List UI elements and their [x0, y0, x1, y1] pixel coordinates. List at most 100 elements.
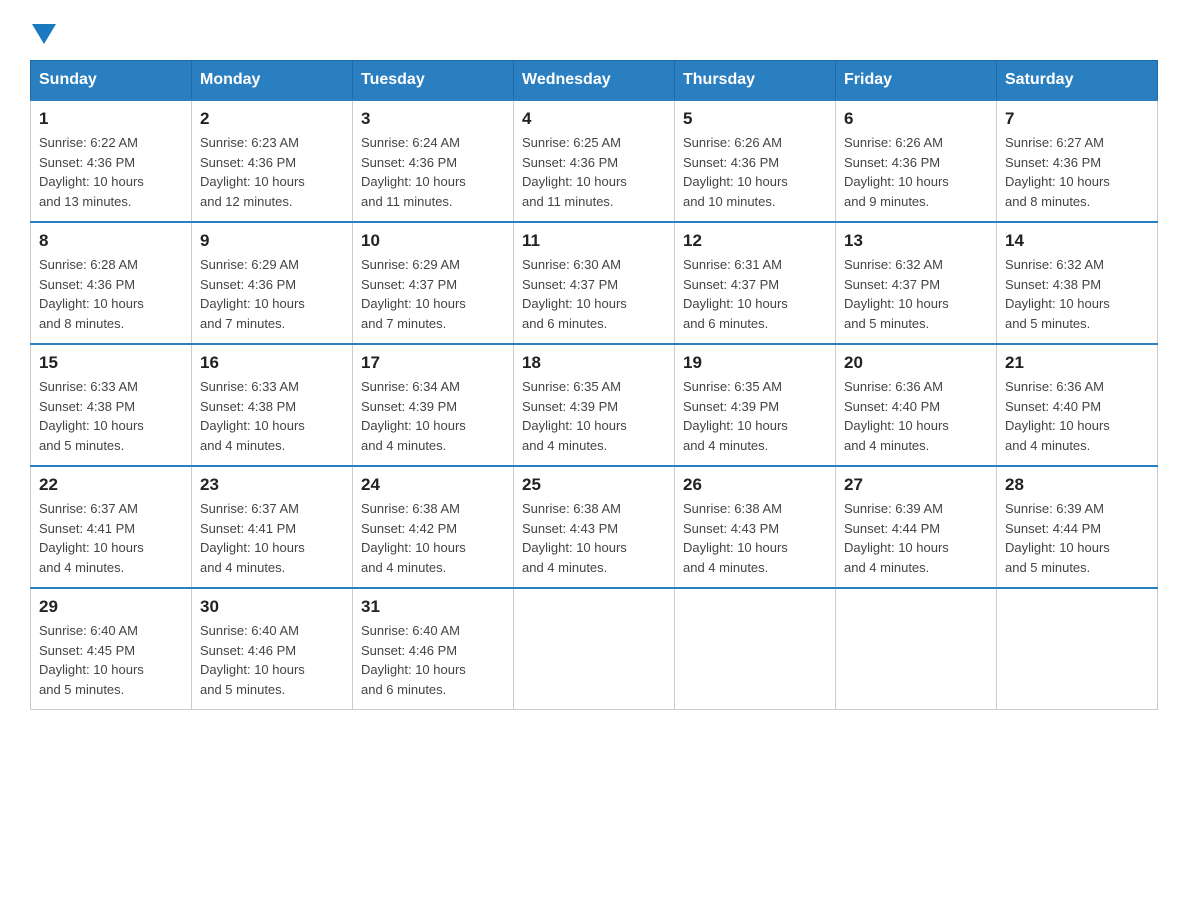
day-info: Sunrise: 6:26 AMSunset: 4:36 PMDaylight:…	[683, 135, 788, 209]
day-info: Sunrise: 6:33 AMSunset: 4:38 PMDaylight:…	[39, 379, 144, 453]
day-number: 7	[1005, 109, 1149, 129]
calendar-header-wednesday: Wednesday	[514, 61, 675, 101]
day-info: Sunrise: 6:29 AMSunset: 4:37 PMDaylight:…	[361, 257, 466, 331]
calendar-cell: 10 Sunrise: 6:29 AMSunset: 4:37 PMDaylig…	[353, 222, 514, 344]
day-number: 2	[200, 109, 344, 129]
calendar-cell: 23 Sunrise: 6:37 AMSunset: 4:41 PMDaylig…	[192, 466, 353, 588]
day-number: 25	[522, 475, 666, 495]
day-number: 19	[683, 353, 827, 373]
day-info: Sunrise: 6:31 AMSunset: 4:37 PMDaylight:…	[683, 257, 788, 331]
calendar-header-row: SundayMondayTuesdayWednesdayThursdayFrid…	[31, 61, 1158, 101]
day-number: 12	[683, 231, 827, 251]
day-number: 1	[39, 109, 183, 129]
day-info: Sunrise: 6:34 AMSunset: 4:39 PMDaylight:…	[361, 379, 466, 453]
day-info: Sunrise: 6:23 AMSunset: 4:36 PMDaylight:…	[200, 135, 305, 209]
day-info: Sunrise: 6:37 AMSunset: 4:41 PMDaylight:…	[200, 501, 305, 575]
calendar-cell	[514, 588, 675, 710]
day-info: Sunrise: 6:40 AMSunset: 4:46 PMDaylight:…	[200, 623, 305, 697]
calendar-cell: 4 Sunrise: 6:25 AMSunset: 4:36 PMDayligh…	[514, 100, 675, 222]
day-info: Sunrise: 6:35 AMSunset: 4:39 PMDaylight:…	[522, 379, 627, 453]
day-number: 24	[361, 475, 505, 495]
day-info: Sunrise: 6:24 AMSunset: 4:36 PMDaylight:…	[361, 135, 466, 209]
day-number: 30	[200, 597, 344, 617]
day-info: Sunrise: 6:32 AMSunset: 4:38 PMDaylight:…	[1005, 257, 1110, 331]
day-info: Sunrise: 6:30 AMSunset: 4:37 PMDaylight:…	[522, 257, 627, 331]
day-number: 5	[683, 109, 827, 129]
calendar-cell: 22 Sunrise: 6:37 AMSunset: 4:41 PMDaylig…	[31, 466, 192, 588]
day-number: 18	[522, 353, 666, 373]
calendar-cell: 17 Sunrise: 6:34 AMSunset: 4:39 PMDaylig…	[353, 344, 514, 466]
calendar-cell: 31 Sunrise: 6:40 AMSunset: 4:46 PMDaylig…	[353, 588, 514, 710]
day-number: 11	[522, 231, 666, 251]
day-info: Sunrise: 6:39 AMSunset: 4:44 PMDaylight:…	[844, 501, 949, 575]
day-number: 17	[361, 353, 505, 373]
day-info: Sunrise: 6:38 AMSunset: 4:43 PMDaylight:…	[683, 501, 788, 575]
logo-triangle-icon	[32, 24, 56, 44]
day-info: Sunrise: 6:37 AMSunset: 4:41 PMDaylight:…	[39, 501, 144, 575]
calendar-header-monday: Monday	[192, 61, 353, 101]
calendar-header-friday: Friday	[836, 61, 997, 101]
calendar-cell: 29 Sunrise: 6:40 AMSunset: 4:45 PMDaylig…	[31, 588, 192, 710]
day-info: Sunrise: 6:39 AMSunset: 4:44 PMDaylight:…	[1005, 501, 1110, 575]
day-number: 14	[1005, 231, 1149, 251]
calendar-cell: 26 Sunrise: 6:38 AMSunset: 4:43 PMDaylig…	[675, 466, 836, 588]
calendar-header-saturday: Saturday	[997, 61, 1158, 101]
day-number: 13	[844, 231, 988, 251]
day-number: 10	[361, 231, 505, 251]
calendar-cell: 11 Sunrise: 6:30 AMSunset: 4:37 PMDaylig…	[514, 222, 675, 344]
calendar-cell: 13 Sunrise: 6:32 AMSunset: 4:37 PMDaylig…	[836, 222, 997, 344]
day-number: 6	[844, 109, 988, 129]
day-info: Sunrise: 6:25 AMSunset: 4:36 PMDaylight:…	[522, 135, 627, 209]
calendar-cell: 30 Sunrise: 6:40 AMSunset: 4:46 PMDaylig…	[192, 588, 353, 710]
calendar-cell: 24 Sunrise: 6:38 AMSunset: 4:42 PMDaylig…	[353, 466, 514, 588]
day-info: Sunrise: 6:36 AMSunset: 4:40 PMDaylight:…	[1005, 379, 1110, 453]
day-number: 21	[1005, 353, 1149, 373]
day-number: 23	[200, 475, 344, 495]
calendar-header-tuesday: Tuesday	[353, 61, 514, 101]
calendar-cell: 2 Sunrise: 6:23 AMSunset: 4:36 PMDayligh…	[192, 100, 353, 222]
calendar-cell: 28 Sunrise: 6:39 AMSunset: 4:44 PMDaylig…	[997, 466, 1158, 588]
day-number: 31	[361, 597, 505, 617]
day-info: Sunrise: 6:38 AMSunset: 4:43 PMDaylight:…	[522, 501, 627, 575]
calendar-cell: 1 Sunrise: 6:22 AMSunset: 4:36 PMDayligh…	[31, 100, 192, 222]
day-number: 4	[522, 109, 666, 129]
day-info: Sunrise: 6:22 AMSunset: 4:36 PMDaylight:…	[39, 135, 144, 209]
calendar-cell: 8 Sunrise: 6:28 AMSunset: 4:36 PMDayligh…	[31, 222, 192, 344]
day-info: Sunrise: 6:40 AMSunset: 4:46 PMDaylight:…	[361, 623, 466, 697]
day-number: 22	[39, 475, 183, 495]
calendar-cell: 20 Sunrise: 6:36 AMSunset: 4:40 PMDaylig…	[836, 344, 997, 466]
calendar-cell: 21 Sunrise: 6:36 AMSunset: 4:40 PMDaylig…	[997, 344, 1158, 466]
day-info: Sunrise: 6:36 AMSunset: 4:40 PMDaylight:…	[844, 379, 949, 453]
logo	[30, 20, 58, 40]
calendar-week-3: 15 Sunrise: 6:33 AMSunset: 4:38 PMDaylig…	[31, 344, 1158, 466]
day-number: 16	[200, 353, 344, 373]
day-info: Sunrise: 6:33 AMSunset: 4:38 PMDaylight:…	[200, 379, 305, 453]
day-info: Sunrise: 6:26 AMSunset: 4:36 PMDaylight:…	[844, 135, 949, 209]
calendar-week-1: 1 Sunrise: 6:22 AMSunset: 4:36 PMDayligh…	[31, 100, 1158, 222]
calendar-header-thursday: Thursday	[675, 61, 836, 101]
day-number: 27	[844, 475, 988, 495]
day-info: Sunrise: 6:32 AMSunset: 4:37 PMDaylight:…	[844, 257, 949, 331]
day-number: 29	[39, 597, 183, 617]
calendar-week-5: 29 Sunrise: 6:40 AMSunset: 4:45 PMDaylig…	[31, 588, 1158, 710]
page-header	[30, 20, 1158, 40]
calendar-table: SundayMondayTuesdayWednesdayThursdayFrid…	[30, 60, 1158, 710]
calendar-cell: 25 Sunrise: 6:38 AMSunset: 4:43 PMDaylig…	[514, 466, 675, 588]
day-number: 9	[200, 231, 344, 251]
calendar-week-4: 22 Sunrise: 6:37 AMSunset: 4:41 PMDaylig…	[31, 466, 1158, 588]
calendar-cell: 6 Sunrise: 6:26 AMSunset: 4:36 PMDayligh…	[836, 100, 997, 222]
calendar-cell: 3 Sunrise: 6:24 AMSunset: 4:36 PMDayligh…	[353, 100, 514, 222]
calendar-header-sunday: Sunday	[31, 61, 192, 101]
day-info: Sunrise: 6:29 AMSunset: 4:36 PMDaylight:…	[200, 257, 305, 331]
day-info: Sunrise: 6:27 AMSunset: 4:36 PMDaylight:…	[1005, 135, 1110, 209]
day-number: 8	[39, 231, 183, 251]
calendar-cell: 14 Sunrise: 6:32 AMSunset: 4:38 PMDaylig…	[997, 222, 1158, 344]
calendar-cell: 19 Sunrise: 6:35 AMSunset: 4:39 PMDaylig…	[675, 344, 836, 466]
calendar-cell: 7 Sunrise: 6:27 AMSunset: 4:36 PMDayligh…	[997, 100, 1158, 222]
calendar-cell	[675, 588, 836, 710]
calendar-cell: 5 Sunrise: 6:26 AMSunset: 4:36 PMDayligh…	[675, 100, 836, 222]
day-info: Sunrise: 6:40 AMSunset: 4:45 PMDaylight:…	[39, 623, 144, 697]
calendar-week-2: 8 Sunrise: 6:28 AMSunset: 4:36 PMDayligh…	[31, 222, 1158, 344]
day-info: Sunrise: 6:28 AMSunset: 4:36 PMDaylight:…	[39, 257, 144, 331]
calendar-cell	[997, 588, 1158, 710]
